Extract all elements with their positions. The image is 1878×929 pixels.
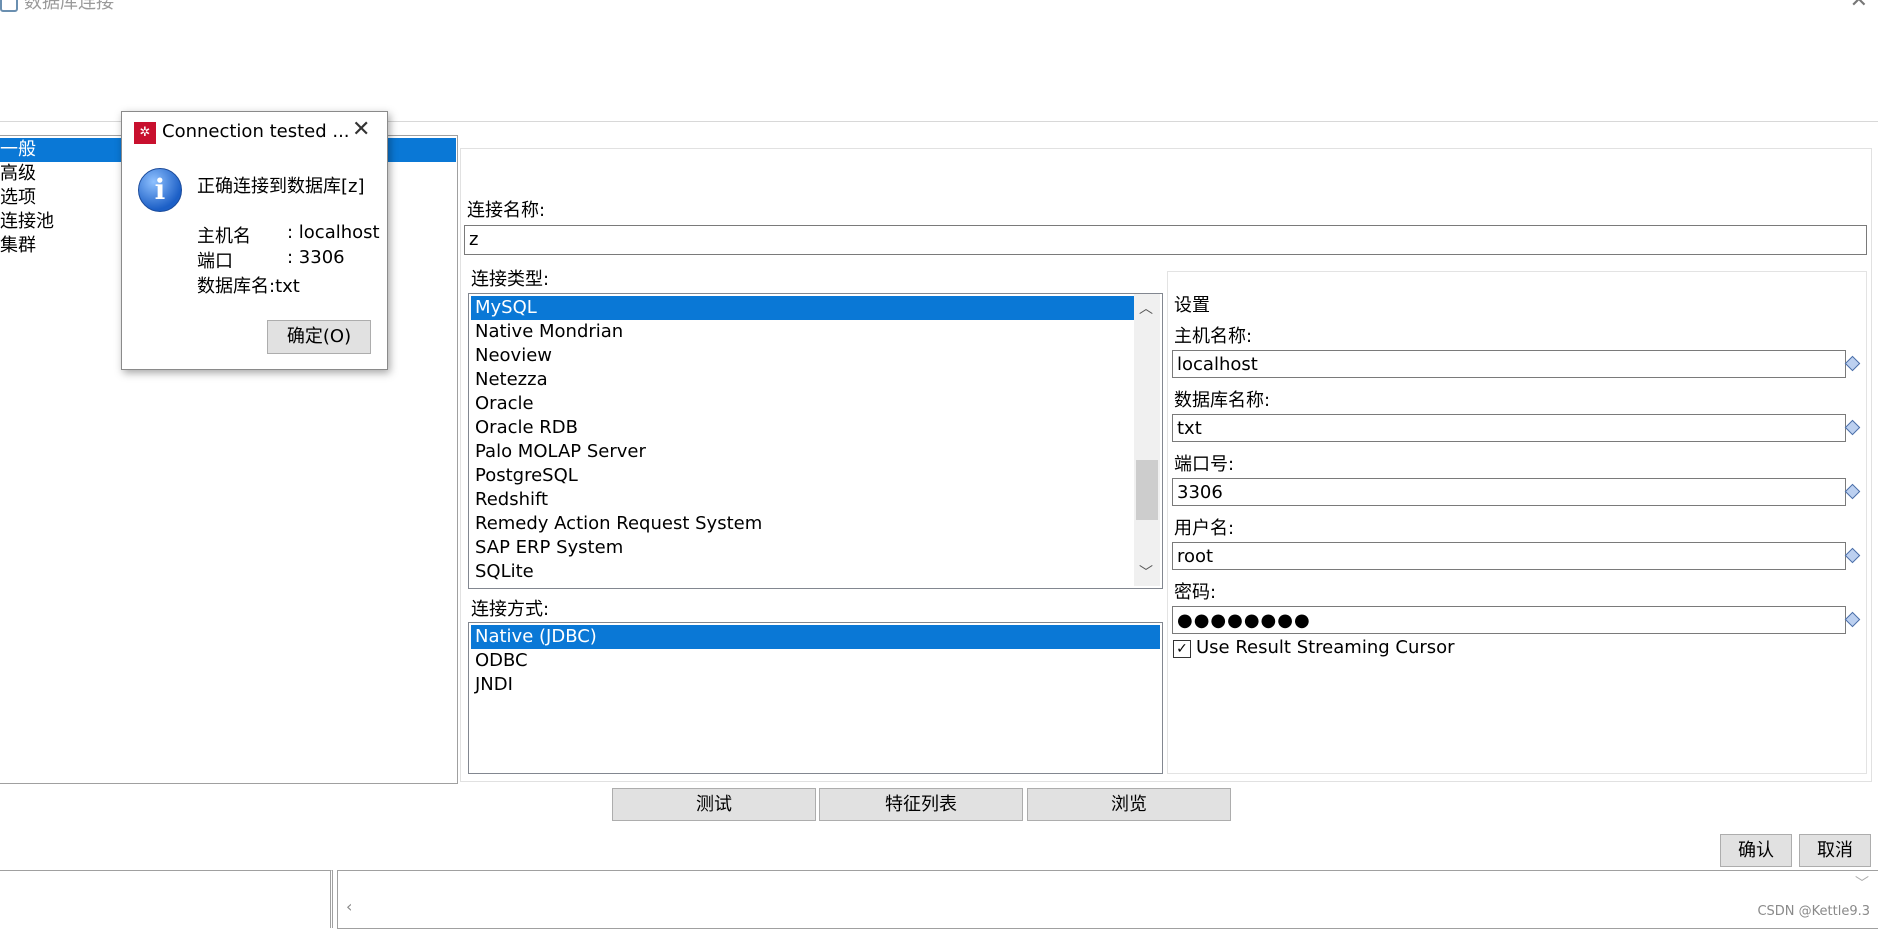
streaming-label: Use Result Streaming Cursor (1196, 637, 1455, 658)
dialog-db-line: 数据库名:txt (197, 276, 300, 297)
background-panel (0, 870, 333, 928)
dialog-message: 正确连接到数据库[z] (197, 176, 365, 197)
list-item[interactable]: SQLite (471, 560, 1162, 584)
window-close-icon[interactable]: ✕ (1850, 0, 1868, 13)
list-item[interactable]: SAP ERP System (471, 536, 1162, 560)
dialog-ok-button[interactable]: 确定(O) (267, 320, 371, 354)
port-label: 端口号: (1174, 454, 1235, 475)
cancel-button[interactable]: 取消 (1799, 834, 1871, 867)
dialog-title: Connection tested ... (162, 121, 350, 142)
watermark: CSDN @Kettle9.3 (1757, 904, 1870, 919)
scroll-down-icon[interactable]: ﹀ (1855, 873, 1869, 893)
list-item[interactable]: JNDI (471, 673, 1162, 697)
username-input[interactable]: root (1172, 542, 1846, 570)
list-item[interactable]: ODBC (471, 649, 1162, 673)
connection-name-label: 连接名称: (467, 200, 546, 221)
connection-name-input[interactable]: z (464, 225, 1867, 255)
list-item[interactable]: Native Mondrian (471, 320, 1162, 344)
scroll-down-icon[interactable]: ﹀ (1139, 562, 1153, 582)
ok-button[interactable]: 确认 (1720, 834, 1792, 867)
connection-tested-dialog: ✲ Connection tested ... ✕ i 正确连接到数据库[z] … (121, 111, 388, 370)
list-item[interactable]: Netezza (471, 368, 1162, 392)
list-item[interactable]: Palo MOLAP Server (471, 440, 1162, 464)
list-item[interactable]: Neoview (471, 344, 1162, 368)
list-item[interactable]: PostgreSQL (471, 464, 1162, 488)
streaming-checkbox[interactable]: ✓ (1173, 640, 1191, 658)
window-title: 数据库连接 (0, 0, 114, 13)
dialog-host-key: 主机名 (197, 226, 251, 247)
list-item[interactable]: Oracle (471, 392, 1162, 416)
tree-item-cluster[interactable]: 集群 (0, 234, 36, 258)
db-name-label: 数据库名称: (1174, 390, 1271, 411)
scroll-left-icon[interactable]: ‹ (346, 897, 352, 916)
tree-item-pooling[interactable]: 连接池 (0, 210, 54, 234)
list-item[interactable]: Redshift (471, 488, 1162, 512)
db-name-input[interactable]: txt (1172, 414, 1846, 442)
settings-title: 设置 (1174, 295, 1210, 316)
username-label: 用户名: (1174, 518, 1235, 539)
scroll-thumb[interactable] (1136, 460, 1158, 520)
test-button[interactable]: 测试 (612, 788, 816, 821)
window-title-text: 数据库连接 (24, 0, 114, 13)
port-input[interactable]: 3306 (1172, 478, 1846, 506)
dialog-port-key: 端口 (197, 251, 233, 272)
scroll-up-icon[interactable]: ︿ (1139, 298, 1153, 318)
dialog-titlebar: ✲ Connection tested ... ✕ (122, 112, 387, 150)
list-item[interactable]: Oracle RDB (471, 416, 1162, 440)
feature-list-button[interactable]: 特征列表 (819, 788, 1023, 821)
dialog-host-value: : localhost (287, 222, 380, 243)
kettle-app-icon: ✲ (134, 122, 156, 144)
background-pane: ‹ ﹀ (337, 870, 1878, 929)
access-list[interactable]: Native (JDBC) ODBC JNDI (468, 622, 1163, 774)
list-item[interactable]: MySQL (471, 296, 1134, 320)
host-label: 主机名称: (1174, 326, 1253, 347)
tree-item-advanced[interactable]: 高级 (0, 162, 36, 186)
connection-type-list[interactable]: MySQL Native Mondrian Neoview Netezza Or… (468, 293, 1163, 589)
explore-button[interactable]: 浏览 (1027, 788, 1231, 821)
host-input[interactable]: localhost (1172, 350, 1846, 378)
list-item[interactable]: Native (JDBC) (471, 625, 1160, 649)
password-label: 密码: (1174, 582, 1217, 603)
list-item[interactable]: Remedy Action Request System (471, 512, 1162, 536)
dialog-port-value: : 3306 (287, 247, 345, 268)
info-icon: i (138, 168, 182, 212)
settings-group (1167, 271, 1867, 774)
dialog-close-icon[interactable]: ✕ (352, 117, 370, 142)
connection-type-label: 连接类型: (471, 269, 550, 290)
list-scrollbar[interactable] (1134, 294, 1160, 586)
tree-item-options[interactable]: 选项 (0, 186, 36, 210)
password-input[interactable]: ●●●●●●●● (1172, 606, 1846, 634)
access-label: 连接方式: (471, 599, 550, 620)
database-icon (0, 0, 18, 12)
